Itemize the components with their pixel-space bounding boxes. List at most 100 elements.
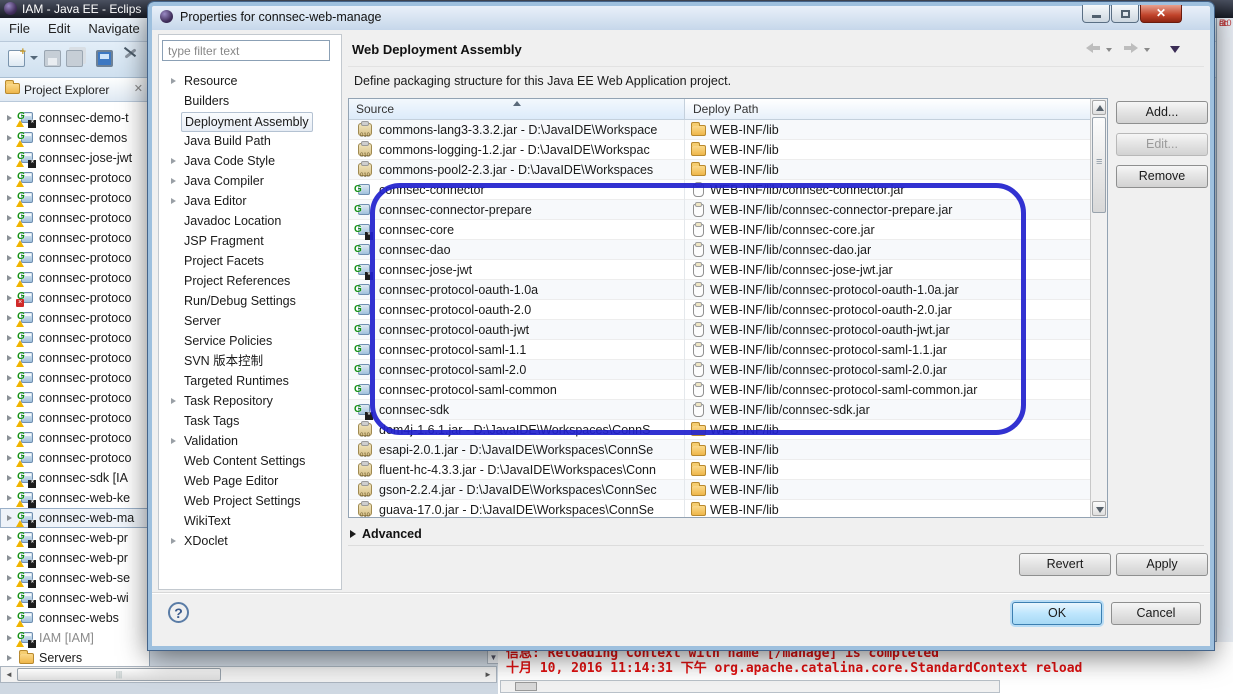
explorer-project-item[interactable]: G connsec-protoco	[0, 388, 149, 408]
explorer-project-item[interactable]: G connsec-webs	[0, 608, 149, 628]
explorer-project-item[interactable]: G connsec-web-pr	[0, 528, 149, 548]
properties-nav-item[interactable]: Task Tags	[159, 411, 341, 431]
explorer-project-item[interactable]: G connsec-protoco	[0, 448, 149, 468]
ok-button[interactable]: OK	[1012, 602, 1102, 625]
expand-arrow-icon[interactable]	[7, 395, 12, 401]
explorer-project-item[interactable]: G connsec-demos	[0, 128, 149, 148]
explorer-project-item[interactable]: G connsec-protoco	[0, 208, 149, 228]
properties-nav-item[interactable]: SVN 版本控制	[159, 351, 341, 371]
expand-arrow-icon[interactable]	[7, 335, 12, 341]
expand-arrow-icon[interactable]	[7, 495, 12, 501]
mark-occurrences-icon[interactable]	[122, 50, 139, 67]
table-row[interactable]: connsec-protocol-oauth-2.0 WEB-INF/lib/c…	[349, 300, 1090, 320]
cancel-button[interactable]: Cancel	[1111, 602, 1201, 625]
properties-nav-item[interactable]: Web Project Settings	[159, 491, 341, 511]
expand-arrow-icon[interactable]	[7, 555, 12, 561]
explorer-project-item[interactable]: G connsec-protoco	[0, 308, 149, 328]
expand-arrow-icon[interactable]	[7, 455, 12, 461]
revert-button[interactable]: Revert	[1019, 553, 1111, 576]
properties-nav-item[interactable]: Service Policies	[159, 331, 341, 351]
expand-arrow-icon[interactable]	[7, 215, 12, 221]
scrollbar-thumb[interactable]	[1092, 117, 1106, 213]
close-button[interactable]: ✕	[1140, 5, 1182, 23]
properties-nav-item[interactable]: Task Repository	[159, 391, 341, 411]
forward-icon[interactable]	[1124, 44, 1138, 52]
apply-button[interactable]: Apply	[1116, 553, 1208, 576]
forward-dropdown-icon[interactable]	[1144, 48, 1150, 52]
scroll-down-icon[interactable]	[1092, 501, 1106, 516]
explorer-project-item[interactable]: G connsec-protoco	[0, 248, 149, 268]
expand-arrow-icon[interactable]	[7, 175, 12, 181]
expand-arrow-icon[interactable]	[7, 635, 12, 641]
explorer-project-item[interactable]: G Servers	[0, 648, 149, 666]
table-row[interactable]: connsec-connector WEB-INF/lib/connsec-co…	[349, 180, 1090, 200]
scroll-up-icon[interactable]	[1092, 100, 1106, 115]
explorer-project-item[interactable]: G connsec-protoco	[0, 288, 149, 308]
scrollbar-thumb[interactable]	[17, 668, 221, 681]
expand-arrow-icon[interactable]	[7, 255, 12, 261]
table-row[interactable]: connsec-protocol-saml-2.0 WEB-INF/lib/co…	[349, 360, 1090, 380]
explorer-project-item[interactable]: G connsec-sdk [IA	[0, 468, 149, 488]
expand-arrow-icon[interactable]	[171, 398, 176, 404]
properties-nav-item[interactable]: XDoclet	[159, 531, 341, 551]
explorer-project-item[interactable]: G connsec-web-pr	[0, 548, 149, 568]
dialog-titlebar[interactable]: Properties for connsec-web-manage	[152, 6, 1210, 30]
table-row[interactable]: connsec-core WEB-INF/lib/connsec-core.ja…	[349, 220, 1090, 240]
console-view-icon[interactable]	[96, 50, 113, 67]
table-row[interactable]: connsec-sdk WEB-INF/lib/connsec-sdk.jar	[349, 400, 1090, 420]
table-row[interactable]: commons-logging-1.2.jar - D:\JavaIDE\Wor…	[349, 140, 1090, 160]
view-menu-icon[interactable]	[1170, 46, 1180, 53]
menu-item[interactable]: File	[0, 18, 39, 36]
expand-arrow-icon[interactable]	[7, 655, 12, 661]
close-tab-icon[interactable]: ✕	[134, 82, 143, 95]
expand-arrow-icon[interactable]	[171, 538, 176, 544]
explorer-project-item[interactable]: G connsec-protoco	[0, 408, 149, 428]
add-button[interactable]: Add...	[1116, 101, 1208, 124]
expand-arrow-icon[interactable]	[7, 115, 12, 121]
properties-nav-item[interactable]: Web Page Editor	[159, 471, 341, 491]
expand-arrow-icon[interactable]	[7, 295, 12, 301]
back-icon[interactable]	[1086, 44, 1100, 52]
explorer-project-item[interactable]: G connsec-protoco	[0, 428, 149, 448]
table-row[interactable]: commons-pool2-2.3.jar - D:\JavaIDE\Works…	[349, 160, 1090, 180]
explorer-project-item[interactable]: G connsec-protoco	[0, 348, 149, 368]
project-explorer-tab[interactable]: Project Explorer ✕	[0, 78, 149, 102]
expand-arrow-icon[interactable]	[7, 375, 12, 381]
menu-item[interactable]: Navigate	[79, 18, 148, 36]
scroll-left-icon[interactable]: ◄	[3, 669, 15, 680]
properties-nav-item[interactable]: Builders	[159, 91, 341, 111]
table-row[interactable]: connsec-protocol-oauth-1.0a WEB-INF/lib/…	[349, 280, 1090, 300]
expand-arrow-icon[interactable]	[7, 195, 12, 201]
new-dropdown-icon[interactable]	[30, 56, 38, 60]
properties-nav-item[interactable]: Targeted Runtimes	[159, 371, 341, 391]
properties-nav-item[interactable]: Run/Debug Settings	[159, 291, 341, 311]
explorer-project-item[interactable]: G connsec-demo-t	[0, 108, 149, 128]
expand-arrow-icon[interactable]	[7, 575, 12, 581]
properties-nav-item[interactable]: JSP Fragment	[159, 231, 341, 251]
table-row[interactable]: connsec-dao WEB-INF/lib/connsec-dao.jar	[349, 240, 1090, 260]
explorer-project-item[interactable]: G connsec-web-ma	[0, 508, 149, 528]
minimize-button[interactable]	[1082, 5, 1110, 23]
properties-nav-item[interactable]: Project Facets	[159, 251, 341, 271]
table-row[interactable]: connsec-connector-prepare WEB-INF/lib/co…	[349, 200, 1090, 220]
explorer-project-item[interactable]: G connsec-jose-jwt	[0, 148, 149, 168]
table-row[interactable]: connsec-protocol-saml-1.1 WEB-INF/lib/co…	[349, 340, 1090, 360]
explorer-project-item[interactable]: G connsec-protoco	[0, 228, 149, 248]
filter-input[interactable]	[162, 40, 330, 61]
table-row[interactable]: guava-17.0.jar - D:\JavaIDE\Workspaces\C…	[349, 500, 1090, 517]
expand-arrow-icon[interactable]	[7, 475, 12, 481]
scrollbar-thumb[interactable]	[515, 682, 537, 691]
properties-nav-item[interactable]: Resource	[159, 71, 341, 91]
expand-arrow-icon[interactable]	[171, 438, 176, 444]
advanced-section-toggle[interactable]: Advanced	[350, 527, 422, 541]
properties-nav-item[interactable]: Javadoc Location	[159, 211, 341, 231]
explorer-project-item[interactable]: G connsec-protoco	[0, 328, 149, 348]
properties-nav-item[interactable]: Java Editor	[159, 191, 341, 211]
expand-arrow-icon[interactable]	[7, 315, 12, 321]
table-row[interactable]: esapi-2.0.1.jar - D:\JavaIDE\Workspaces\…	[349, 440, 1090, 460]
save-icon[interactable]	[44, 50, 61, 67]
table-row[interactable]: gson-2.2.4.jar - D:\JavaIDE\Workspaces\C…	[349, 480, 1090, 500]
expand-arrow-icon[interactable]	[7, 435, 12, 441]
expand-arrow-icon[interactable]	[7, 155, 12, 161]
column-header-deploy-path[interactable]: Deploy Path	[686, 99, 1090, 119]
